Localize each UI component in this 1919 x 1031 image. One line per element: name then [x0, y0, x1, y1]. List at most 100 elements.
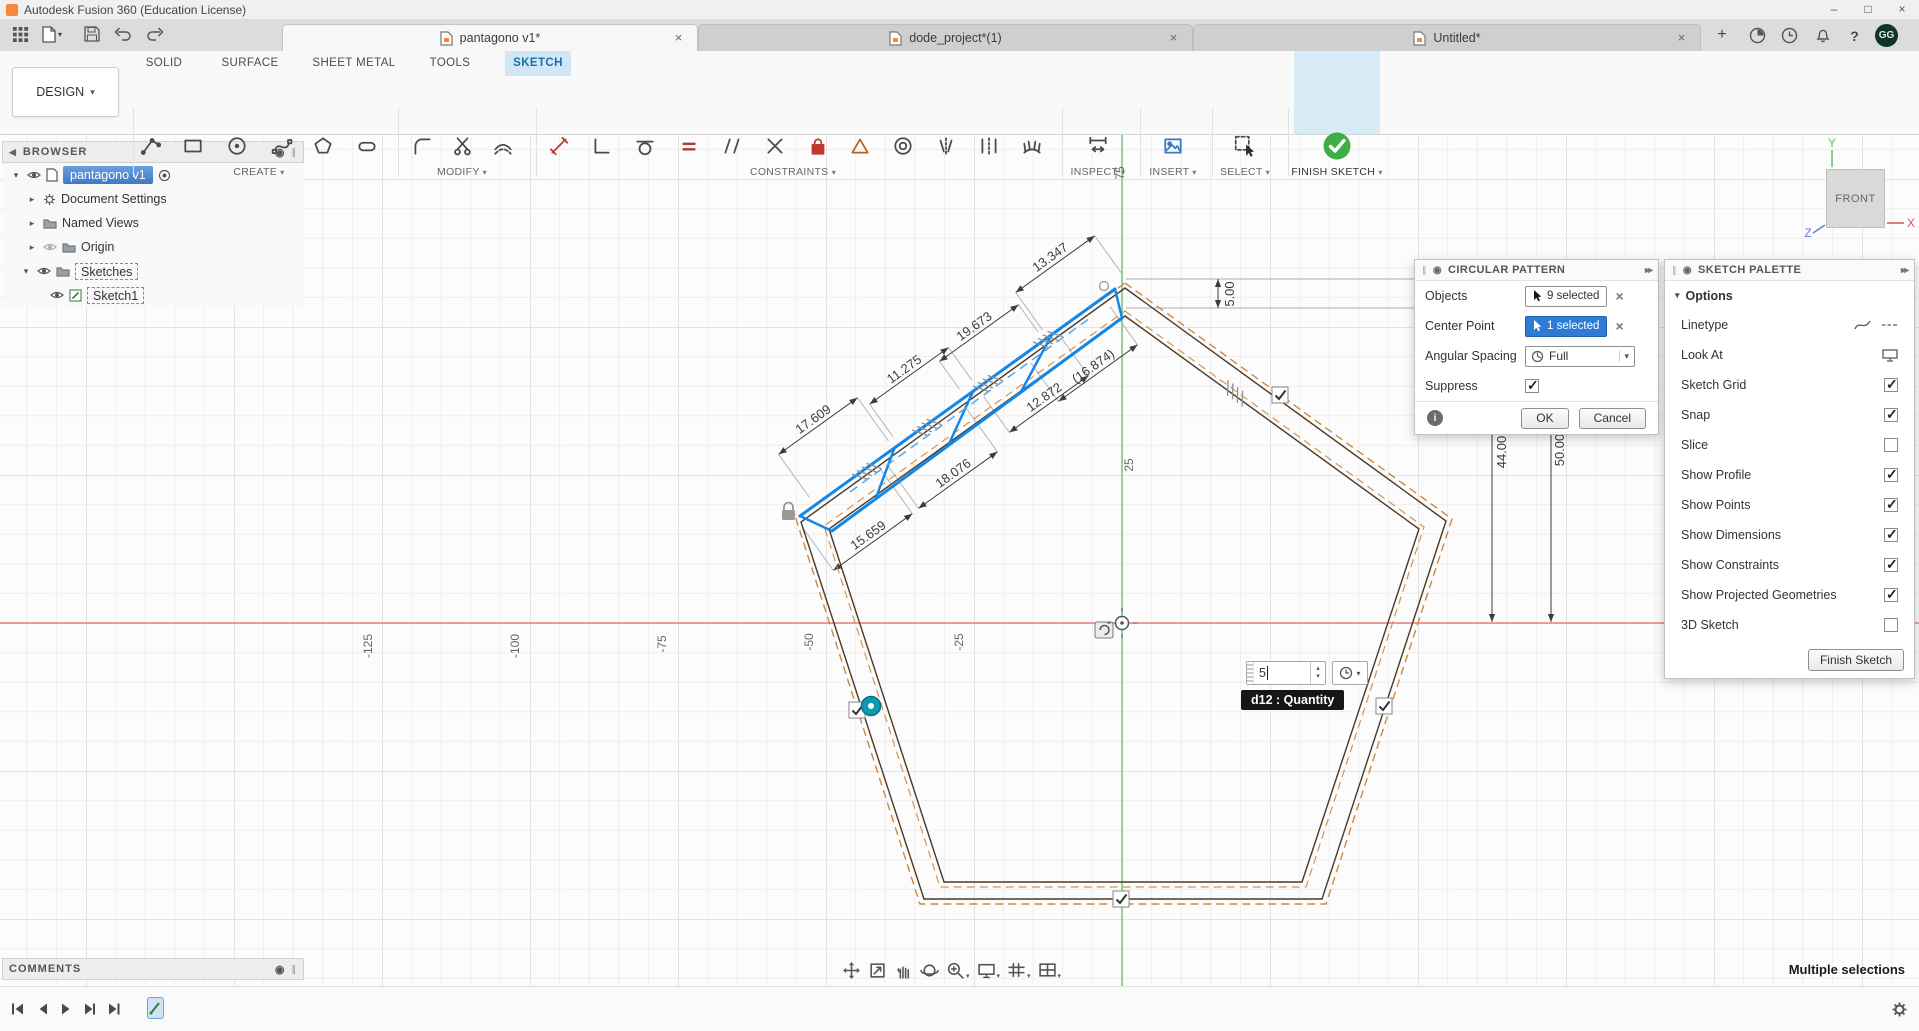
user-avatar[interactable]: GG — [1874, 23, 1899, 48]
palette-header[interactable]: ∥ ◉ SKETCH PALETTE ▸▸ — [1665, 260, 1914, 281]
palette-grip[interactable]: ∥ — [1672, 265, 1677, 276]
create-group-label[interactable]: CREATE ▾ — [199, 165, 319, 180]
orbit-button[interactable] — [920, 961, 939, 980]
circle-tool-icon[interactable] — [222, 131, 252, 161]
expand-open-icon[interactable]: ▾ — [20, 266, 32, 277]
palette-expand-icon[interactable]: ▸▸ — [1901, 265, 1909, 276]
visibility-eye-icon[interactable] — [50, 290, 64, 300]
close-tab-icon[interactable]: × — [1166, 30, 1181, 45]
close-tab-icon[interactable]: × — [671, 30, 686, 45]
browser-item-named-views[interactable]: ▸ Named Views — [2, 211, 304, 235]
zoom-button[interactable]: ▾ — [946, 961, 970, 980]
concentric-constraint-icon[interactable] — [888, 131, 918, 161]
file-menu-icon[interactable] — [42, 26, 56, 43]
suppress-checkbox[interactable] — [1525, 377, 1539, 394]
modify-group-label[interactable]: MODIFY ▾ — [402, 165, 522, 180]
parallel-constraint-icon[interactable] — [717, 131, 747, 161]
finish-sketch-icon[interactable] — [1322, 131, 1352, 161]
visibility-eye-icon[interactable] — [37, 266, 51, 276]
document-tab-2[interactable]: dode_project*(1) × — [698, 24, 1193, 51]
job-status-icon[interactable] — [1745, 23, 1770, 48]
expand-closed-icon[interactable]: ▸ — [26, 242, 38, 253]
timeline-go-to-end-button[interactable] — [104, 999, 124, 1019]
undo-icon[interactable] — [114, 26, 132, 41]
coincident-constraint-icon[interactable] — [760, 131, 790, 161]
look-at-icon[interactable] — [1882, 348, 1898, 363]
polygon-tool-icon[interactable] — [308, 131, 338, 161]
snap-checkbox[interactable] — [1884, 406, 1898, 423]
dialog-header[interactable]: ∥ ◉ CIRCULAR PATTERN ▸▸ — [1415, 260, 1658, 281]
ribbon-tab-surface[interactable]: SURFACE — [208, 51, 292, 76]
clear-objects-icon[interactable]: × — [1615, 288, 1623, 304]
ribbon-tab-solid[interactable]: SOLID — [130, 51, 198, 76]
construction-linetype-icon[interactable] — [1881, 318, 1898, 332]
pan-button[interactable] — [842, 961, 861, 980]
dialog-grip[interactable]: ∥ — [1422, 265, 1427, 276]
expand-open-icon[interactable]: ▾ — [10, 170, 22, 181]
minimize-button[interactable]: – — [1817, 0, 1851, 20]
file-menu-caret-icon[interactable]: ▾ — [58, 30, 62, 39]
comments-header[interactable]: COMMENTS ◉ ∥ — [2, 958, 304, 980]
timeline-step-back-button[interactable] — [33, 999, 53, 1019]
ok-button[interactable]: OK — [1521, 407, 1569, 429]
slice-checkbox[interactable] — [1884, 438, 1898, 452]
center-point-selection-button[interactable]: 1 selected — [1525, 315, 1608, 337]
angular-spacing-dropdown[interactable]: Full ▾ — [1525, 345, 1635, 367]
dimension-history-button[interactable]: ▾ — [1332, 661, 1368, 685]
cancel-button[interactable]: Cancel — [1578, 407, 1646, 429]
insert-image-icon[interactable] — [1158, 131, 1188, 161]
browser-item-document-settings[interactable]: ▸ Document Settings — [2, 187, 304, 211]
save-icon[interactable] — [84, 26, 100, 42]
show-points-checkbox[interactable] — [1884, 496, 1898, 513]
browser-item-sketches[interactable]: ▾ Sketches — [2, 259, 304, 283]
viewcube-front-face[interactable]: FRONT — [1826, 169, 1885, 228]
collinear-constraint-icon[interactable] — [974, 131, 1004, 161]
coincident-marker-icon[interactable] — [860, 695, 882, 717]
measure-tool-icon[interactable] — [1083, 131, 1113, 161]
recent-activity-icon[interactable] — [1777, 23, 1802, 48]
slot-tool-icon[interactable] — [352, 131, 382, 161]
design-workspace-selector[interactable]: DESIGN ▾ — [12, 67, 119, 117]
timeline-settings-gear-icon[interactable] — [1889, 999, 1909, 1019]
ribbon-tab-sketch[interactable]: SKETCH — [505, 51, 571, 76]
browser-item-origin[interactable]: ▸ Origin — [2, 235, 304, 259]
timeline-step-forward-button[interactable] — [79, 999, 99, 1019]
panel-options-icon[interactable]: ◉ — [275, 963, 286, 976]
close-tab-icon[interactable]: × — [1674, 30, 1689, 45]
clear-center-point-icon[interactable]: × — [1615, 318, 1623, 334]
curvature-constraint-icon[interactable] — [1017, 131, 1047, 161]
pan-hand-button[interactable] — [894, 961, 913, 980]
offset-tool-icon[interactable] — [488, 131, 518, 161]
maximize-button[interactable]: □ — [1851, 0, 1885, 20]
symmetry-constraint-icon[interactable] — [931, 131, 961, 161]
dialog-expand-icon[interactable]: ▸▸ — [1645, 265, 1653, 276]
ribbon-tab-sheet-metal[interactable]: SHEET METAL — [302, 51, 406, 76]
notifications-bell-icon[interactable] — [1810, 23, 1835, 48]
quantity-input[interactable]: 5 ▴ ▾ — [1246, 661, 1326, 685]
show-constraints-checkbox[interactable] — [1884, 556, 1898, 573]
sketch-dimension-icon[interactable] — [544, 131, 574, 161]
timeline-go-to-start-button[interactable] — [8, 999, 28, 1019]
line-tool-icon[interactable] — [136, 131, 166, 161]
browser-item-sketch1[interactable]: Sketch1 — [2, 283, 304, 307]
fix-constraint-icon[interactable] — [803, 131, 833, 161]
midpoint-constraint-icon[interactable] — [845, 131, 875, 161]
quantity-stepper[interactable]: ▴ ▾ — [1310, 662, 1325, 684]
3d-sketch-checkbox[interactable] — [1884, 618, 1898, 632]
horizontal-vertical-constraint-icon[interactable] — [587, 131, 617, 161]
show-profile-checkbox[interactable] — [1884, 466, 1898, 483]
viewport-layout-button[interactable]: ▾ — [1038, 961, 1061, 980]
app-grid-icon[interactable] — [12, 26, 29, 43]
activate-component-radio[interactable] — [158, 169, 171, 182]
finish-sketch-button[interactable]: Finish Sketch — [1807, 649, 1904, 671]
redo-icon[interactable] — [146, 26, 164, 41]
visibility-eye-icon[interactable] — [27, 170, 41, 180]
centerline-linetype-icon[interactable] — [1854, 318, 1871, 332]
help-icon[interactable]: ? — [1842, 23, 1867, 48]
constraints-group-label[interactable]: CONSTRAINTS ▾ — [733, 165, 853, 180]
close-window-button[interactable]: × — [1885, 0, 1919, 20]
collapse-panel-icon[interactable]: ◀ — [9, 147, 17, 158]
document-tab-3[interactable]: Untitled* × — [1193, 24, 1701, 51]
expand-closed-icon[interactable]: ▸ — [26, 194, 38, 205]
fillet-tool-icon[interactable] — [407, 131, 437, 161]
